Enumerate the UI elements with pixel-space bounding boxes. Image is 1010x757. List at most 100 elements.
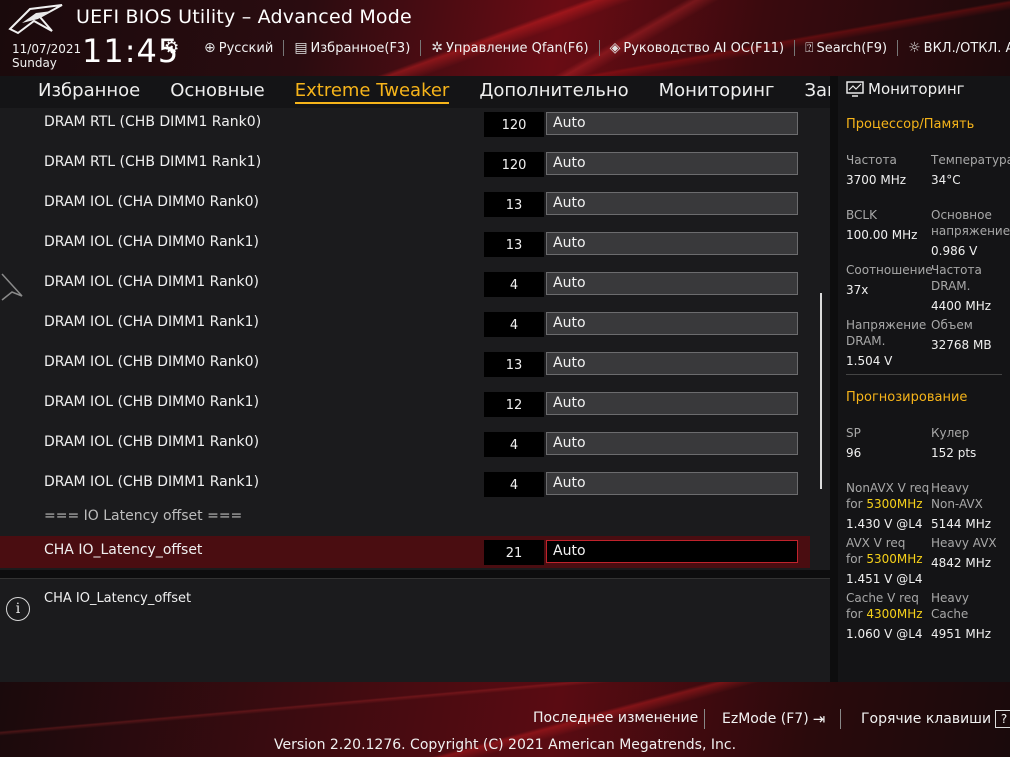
rog-logo-icon	[8, 4, 63, 35]
gear-icon[interactable]: ⚙	[164, 38, 179, 58]
setting-row[interactable]: DRAM IOL (CHA DIMM0 Rank1) 13 Auto	[0, 228, 812, 268]
core-voltage: Основное напряжение 0.986 V	[931, 207, 1010, 259]
setting-input[interactable]: Auto	[546, 232, 798, 255]
setting-row[interactable]: DRAM IOL (CHA DIMM0 Rank0) 13 Auto	[0, 188, 812, 228]
sp-label: SP	[846, 426, 861, 440]
current-value: 4	[484, 432, 544, 457]
aura-button[interactable]: ☼ ВКЛ./ОТКЛ. AURA(F4)	[908, 40, 1010, 56]
heavy-nonavx-value: 5144 MHz	[931, 517, 992, 531]
heavy-avx-value: 4842 MHz	[931, 556, 992, 570]
sp-value: 96	[846, 446, 862, 460]
toolbar-divider	[897, 40, 899, 56]
nonavx-vreq: NonAVX V req for 5300MHz 1.430 V @L4	[846, 480, 929, 532]
ezmode-button[interactable]: EzMode (F7) ⇥	[722, 710, 825, 728]
current-value: 4	[484, 272, 544, 297]
favorites-button[interactable]: ▤ Избранное(F3)	[294, 40, 410, 56]
setting-input[interactable]: Auto	[546, 472, 798, 495]
scrollbar[interactable]	[820, 293, 822, 489]
last-change-label: Последнее изменение	[533, 710, 699, 726]
avx-for-line: for 5300MHz	[846, 551, 923, 567]
dram-frequency-label-2: DRAM.	[931, 279, 971, 293]
heavy-avx: Heavy AVX 4842 MHz	[931, 535, 997, 571]
current-value: 4	[484, 312, 544, 337]
search-button[interactable]: ⍰ Search(F9)	[805, 40, 887, 56]
setting-label: DRAM IOL (CHA DIMM1 Rank0)	[44, 274, 260, 290]
avx-vreq: AVX V req for 5300MHz 1.451 V @L4	[846, 535, 923, 587]
monitor-title-text: Мониторинг	[868, 80, 965, 98]
tab-extreme-tweaker[interactable]: Extreme Tweaker	[280, 76, 465, 108]
language-label: Русский	[218, 40, 274, 56]
setting-input[interactable]: Auto	[546, 312, 798, 335]
app-title: UEFI BIOS Utility – Advanced Mode	[76, 6, 412, 28]
nonavx-for-line: for 5300MHz	[846, 496, 929, 512]
bclk-value: 100.00 MHz	[846, 228, 918, 242]
qfan-button[interactable]: ✲ Управление Qfan(F6)	[431, 40, 588, 56]
exit-arrow-icon: ⇥	[812, 710, 826, 728]
setting-row[interactable]: DRAM IOL (CHB DIMM0 Rank0) 13 Auto	[0, 348, 812, 388]
current-value: 13	[484, 232, 544, 257]
ai-oc-icon: ◈	[609, 40, 621, 56]
toolbar-divider	[420, 40, 422, 56]
setting-row[interactable]: DRAM RTL (CHB DIMM1 Rank1) 120 Auto	[0, 148, 812, 188]
setting-input[interactable]: Auto	[546, 392, 798, 415]
setting-row[interactable]: DRAM IOL (CHA DIMM1 Rank0) 4 Auto	[0, 268, 812, 308]
settings-list: DRAM RTL (CHB DIMM1 Rank0) 120 Auto DRAM…	[0, 108, 830, 570]
dram-voltage-label-2: DRAM.	[846, 334, 886, 348]
dram-frequency-value: 4400 MHz	[931, 299, 992, 313]
setting-input[interactable]: Auto	[546, 272, 798, 295]
avx-freq: 5300MHz	[866, 552, 923, 566]
cooler-value: 152 pts	[931, 446, 977, 460]
favorites-label: Избранное(F3)	[310, 40, 411, 56]
setting-input[interactable]: Auto	[546, 112, 798, 135]
cache-value: 1.060 V @L4	[846, 627, 923, 641]
setting-row[interactable]: DRAM IOL (CHB DIMM0 Rank1) 12 Auto	[0, 388, 812, 428]
date-text: 11/07/2021	[12, 42, 82, 56]
setting-input[interactable]: Auto	[546, 432, 798, 455]
ai-oc-button[interactable]: ◈ Руководство AI OC(F11)	[610, 40, 785, 56]
tab-main[interactable]: Основные	[155, 76, 280, 108]
setting-row[interactable]: DRAM RTL (CHB DIMM1 Rank0) 120 Auto	[0, 108, 812, 148]
date-display: 11/07/2021 Sunday	[12, 42, 81, 70]
setting-row[interactable]: DRAM IOL (CHB DIMM1 Rank0) 4 Auto	[0, 428, 812, 468]
setting-input[interactable]: Auto	[546, 192, 798, 215]
footer-bar: Последнее изменение EzMode (F7) ⇥ Горячи…	[0, 682, 1010, 757]
last-change-button[interactable]: Последнее изменение	[533, 710, 698, 726]
cache-freq: 4300MHz	[866, 607, 923, 621]
dram-voltage-label: Напряжение	[846, 318, 927, 332]
ezmode-label: EzMode (F7)	[722, 711, 809, 727]
cache-for-text: for	[846, 607, 863, 621]
avx-for-text: for	[846, 552, 863, 566]
current-value: 120	[484, 112, 544, 137]
tab-advanced[interactable]: Дополнительно	[464, 76, 643, 108]
setting-row[interactable]: DRAM IOL (CHA DIMM1 Rank1) 4 Auto	[0, 308, 812, 348]
favorites-icon: ▤	[294, 40, 308, 56]
setting-input[interactable]: Auto	[546, 352, 798, 375]
avx-label: AVX V req	[846, 536, 906, 550]
sp-score: SP 96	[846, 425, 861, 461]
nonavx-for-text: for	[846, 497, 863, 511]
footer-divider	[840, 709, 841, 729]
top-toolbar: ⊕ Русский ▤ Избранное(F3) ✲ Управление Q…	[204, 40, 1010, 56]
tab-monitor[interactable]: Мониторинг	[644, 76, 790, 108]
tab-boot[interactable]: Загр	[789, 76, 830, 108]
qfan-label: Управление Qfan(F6)	[446, 40, 589, 56]
heavy-cache-label: Heavy Cache	[931, 591, 969, 621]
footer-divider	[704, 709, 705, 729]
heavy-cache-value: 4951 MHz	[931, 627, 992, 641]
tab-favorites[interactable]: Избранное	[0, 76, 155, 108]
language-button[interactable]: ⊕ Русский	[204, 40, 273, 56]
hotkeys-button[interactable]: Горячие клавиши ?	[861, 710, 1010, 728]
cpu-frequency: Частота 3700 MHz	[846, 152, 906, 188]
current-value: 12	[484, 392, 544, 417]
setting-input[interactable]: Auto	[546, 152, 798, 175]
setting-row-selected[interactable]: CHA IO_Latency_offset 21 Auto	[0, 536, 810, 568]
main-tabs: Избранное Основные Extreme Tweaker Допол…	[0, 76, 830, 108]
setting-label: DRAM RTL (CHB DIMM1 Rank0)	[44, 114, 262, 130]
cache-vreq: Cache V req for 4300MHz 1.060 V @L4	[846, 590, 923, 642]
cpu-temperature: Температура 34°C	[931, 152, 1010, 188]
setting-row[interactable]: DRAM IOL (CHB DIMM1 Rank1) 4 Auto	[0, 468, 812, 508]
cpu-frequency-value: 3700 MHz	[846, 173, 907, 187]
core-voltage-label-2: напряжение	[931, 224, 1010, 238]
setting-input[interactable]: Auto	[546, 540, 798, 563]
help-text: CHA IO_Latency_offset	[44, 591, 192, 606]
